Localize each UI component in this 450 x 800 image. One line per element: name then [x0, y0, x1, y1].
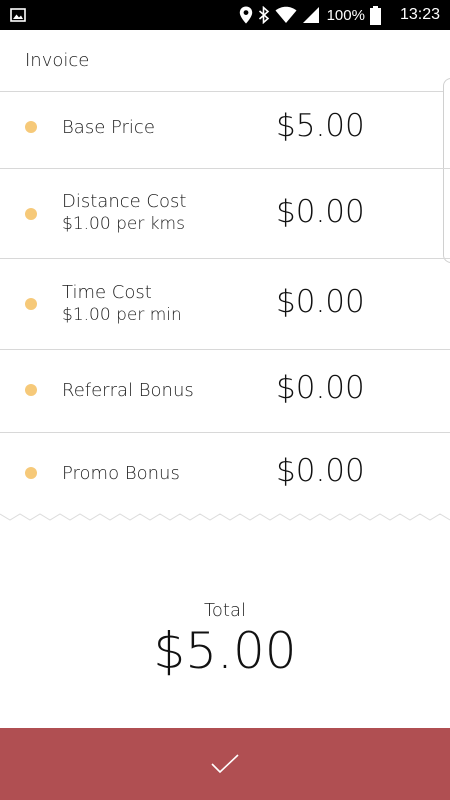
total-amount: $5.00 — [153, 622, 297, 680]
row-title: Time Cost — [62, 282, 152, 303]
row-label: Distance Cost $1.00 per kms — [62, 190, 186, 236]
invoice-row-distance-cost: Distance Cost $1.00 per kms $0.00 — [0, 169, 450, 259]
location-icon — [239, 6, 252, 24]
row-label: Base Price — [62, 117, 155, 138]
invoice-row-base-price: Base Price $5.00 — [0, 92, 450, 169]
invoice-row-referral-bonus: Referral Bonus $0.00 — [0, 350, 450, 433]
check-icon — [211, 754, 239, 774]
signal-icon — [302, 7, 319, 23]
row-label: Referral Bonus — [62, 380, 194, 401]
row-label: Time Cost $1.00 per min — [62, 281, 182, 327]
image-icon — [10, 8, 26, 22]
total-label: Total — [203, 600, 247, 621]
confirm-button[interactable] — [0, 728, 450, 800]
row-subtitle: $1.00 per min — [62, 305, 182, 325]
bullet-dot — [25, 384, 37, 396]
page-title: Invoice — [25, 50, 90, 71]
row-amount: $0.00 — [276, 453, 365, 489]
row-amount: $0.00 — [276, 194, 365, 230]
row-label: Promo Bonus — [62, 463, 180, 484]
bullet-dot — [25, 298, 37, 310]
bullet-dot — [25, 208, 37, 220]
row-amount: $0.00 — [276, 370, 365, 406]
invoice-row-promo-bonus: Promo Bonus $0.00 — [0, 433, 450, 513]
battery-percentage: 100% — [326, 6, 365, 24]
row-subtitle: $1.00 per kms — [62, 214, 185, 234]
battery-icon — [369, 5, 381, 25]
row-amount: $5.00 — [276, 108, 365, 144]
row-amount: $0.00 — [276, 284, 365, 320]
row-title: Distance Cost — [62, 191, 187, 212]
wifi-icon — [275, 6, 297, 23]
invoice-row-time-cost: Time Cost $1.00 per min $0.00 — [0, 259, 450, 350]
bullet-dot — [25, 467, 37, 479]
header: Invoice — [0, 30, 450, 92]
receipt-torn-edge — [0, 513, 450, 521]
bullet-dot — [25, 121, 37, 133]
clock: 13:23 — [399, 6, 440, 23]
bluetooth-icon — [258, 6, 269, 24]
status-bar: 100% 13:23 — [0, 0, 450, 30]
